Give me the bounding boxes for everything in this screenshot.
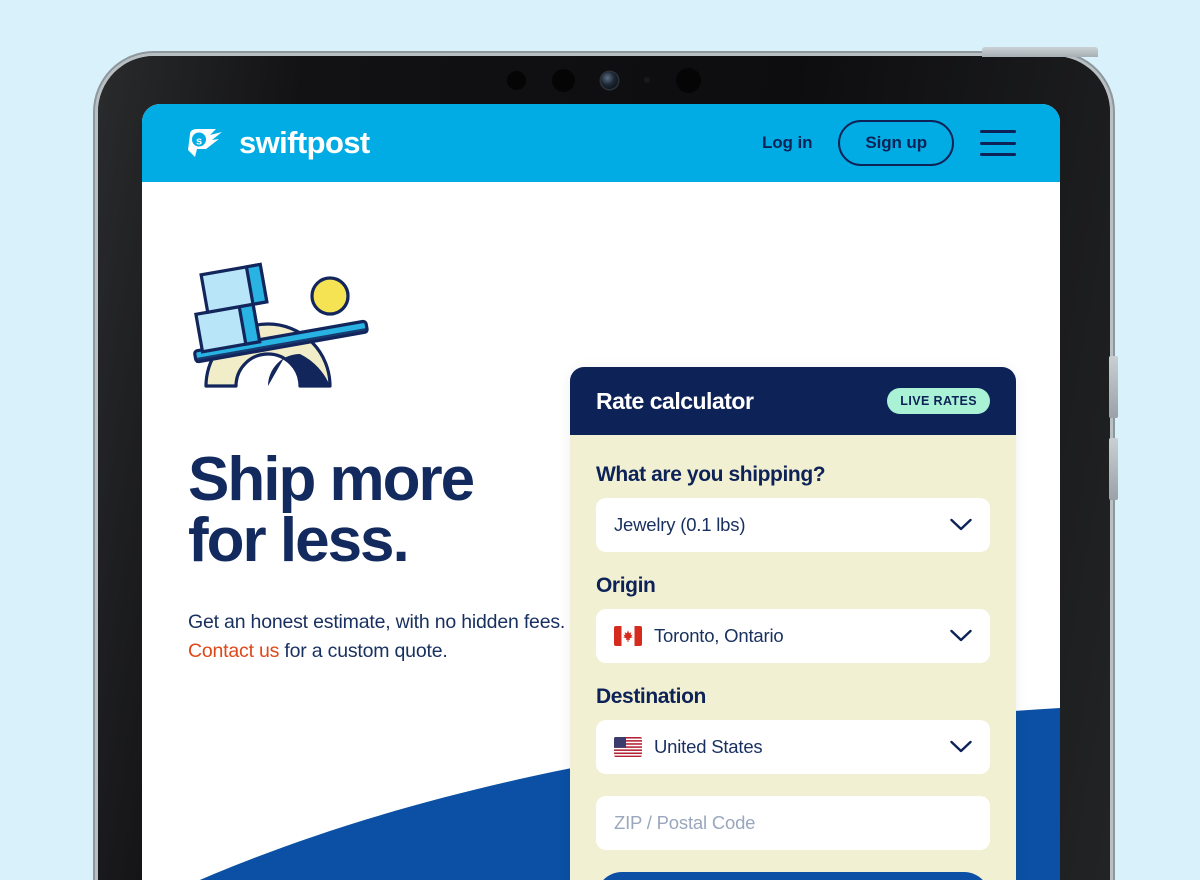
volume-down-button[interactable] <box>1109 438 1118 500</box>
origin-select-value: Toronto, Ontario <box>654 625 784 646</box>
ambient-light-sensor-icon <box>552 68 575 92</box>
header-actions: Log in Sign up <box>762 120 1016 166</box>
tablet-screen: s swiftpost Log in Sign up Ship more for… <box>142 104 1060 880</box>
united-states-flag-icon <box>614 737 642 757</box>
brand-name: swiftpost <box>239 125 370 160</box>
canada-flag-icon <box>614 626 642 646</box>
rate-calculator-body: What are you shipping? Jewelry (0.1 lbs)… <box>570 435 1016 880</box>
svg-text:s: s <box>196 135 202 147</box>
origin-label: Origin <box>596 574 656 597</box>
tablet-device: s swiftpost Log in Sign up Ship more for… <box>98 47 1118 880</box>
secondary-camera-icon <box>676 67 701 93</box>
chevron-down-icon <box>950 629 972 642</box>
page-body: Ship more for less. Get an honest estima… <box>142 182 1060 880</box>
origin-select[interactable]: Toronto, Ontario <box>596 609 990 663</box>
chevron-down-icon <box>950 518 972 531</box>
site-header: s swiftpost Log in Sign up <box>142 104 1060 182</box>
shipping-select-value: Jewelry (0.1 lbs) <box>614 514 746 535</box>
front-camera-icon <box>601 71 618 89</box>
balance-scale-illustration <box>193 262 369 388</box>
contact-us-link[interactable]: Contact us <box>188 640 279 662</box>
chevron-down-icon <box>950 740 972 753</box>
destination-select[interactable]: United States <box>596 720 990 774</box>
destination-label: Destination <box>596 685 706 708</box>
signup-button[interactable]: Sign up <box>838 120 954 166</box>
rate-calculator-title: Rate calculator <box>596 387 754 414</box>
power-button[interactable] <box>982 47 1098 57</box>
hero-subtitle-part-1: Get an honest estimate, with no hidden f… <box>188 610 566 633</box>
brand-logo[interactable]: s swiftpost <box>186 125 370 161</box>
destination-select-value: United States <box>654 736 763 757</box>
get-rate-button[interactable]: Get rate <box>596 872 990 880</box>
postal-code-input[interactable]: ZIP / Postal Code <box>596 796 990 850</box>
hero-section: Ship more for less. Get an honest estima… <box>188 244 568 667</box>
rate-calculator-header: Rate calculator LIVE RATES <box>570 367 1016 435</box>
page-backdrop: s swiftpost Log in Sign up Ship more for… <box>0 0 1200 880</box>
page-title: Ship more for less. <box>188 449 568 575</box>
hero-title-line-2: for less. <box>188 505 410 575</box>
proximity-sensor-icon <box>507 70 526 90</box>
hero-title-line-1: Ship more <box>188 445 475 514</box>
hero-subtitle: Get an honest estimate, with no hidden f… <box>188 608 568 667</box>
shipping-label: What are you shipping? <box>596 463 826 486</box>
login-link[interactable]: Log in <box>762 133 812 153</box>
hero-subtitle-part-2: for a custom quote. <box>279 640 448 663</box>
rate-calculator-card: Rate calculator LIVE RATES What are you … <box>570 367 1016 880</box>
postal-code-placeholder: ZIP / Postal Code <box>614 812 756 833</box>
front-sensor-array <box>98 56 1110 104</box>
swoosh-s-icon: s <box>188 129 222 157</box>
volume-up-button[interactable] <box>1109 356 1118 418</box>
live-rates-badge: LIVE RATES <box>887 388 990 414</box>
hamburger-menu-icon[interactable] <box>980 130 1016 156</box>
shipping-select[interactable]: Jewelry (0.1 lbs) <box>596 498 990 552</box>
indicator-led-icon <box>644 77 650 83</box>
